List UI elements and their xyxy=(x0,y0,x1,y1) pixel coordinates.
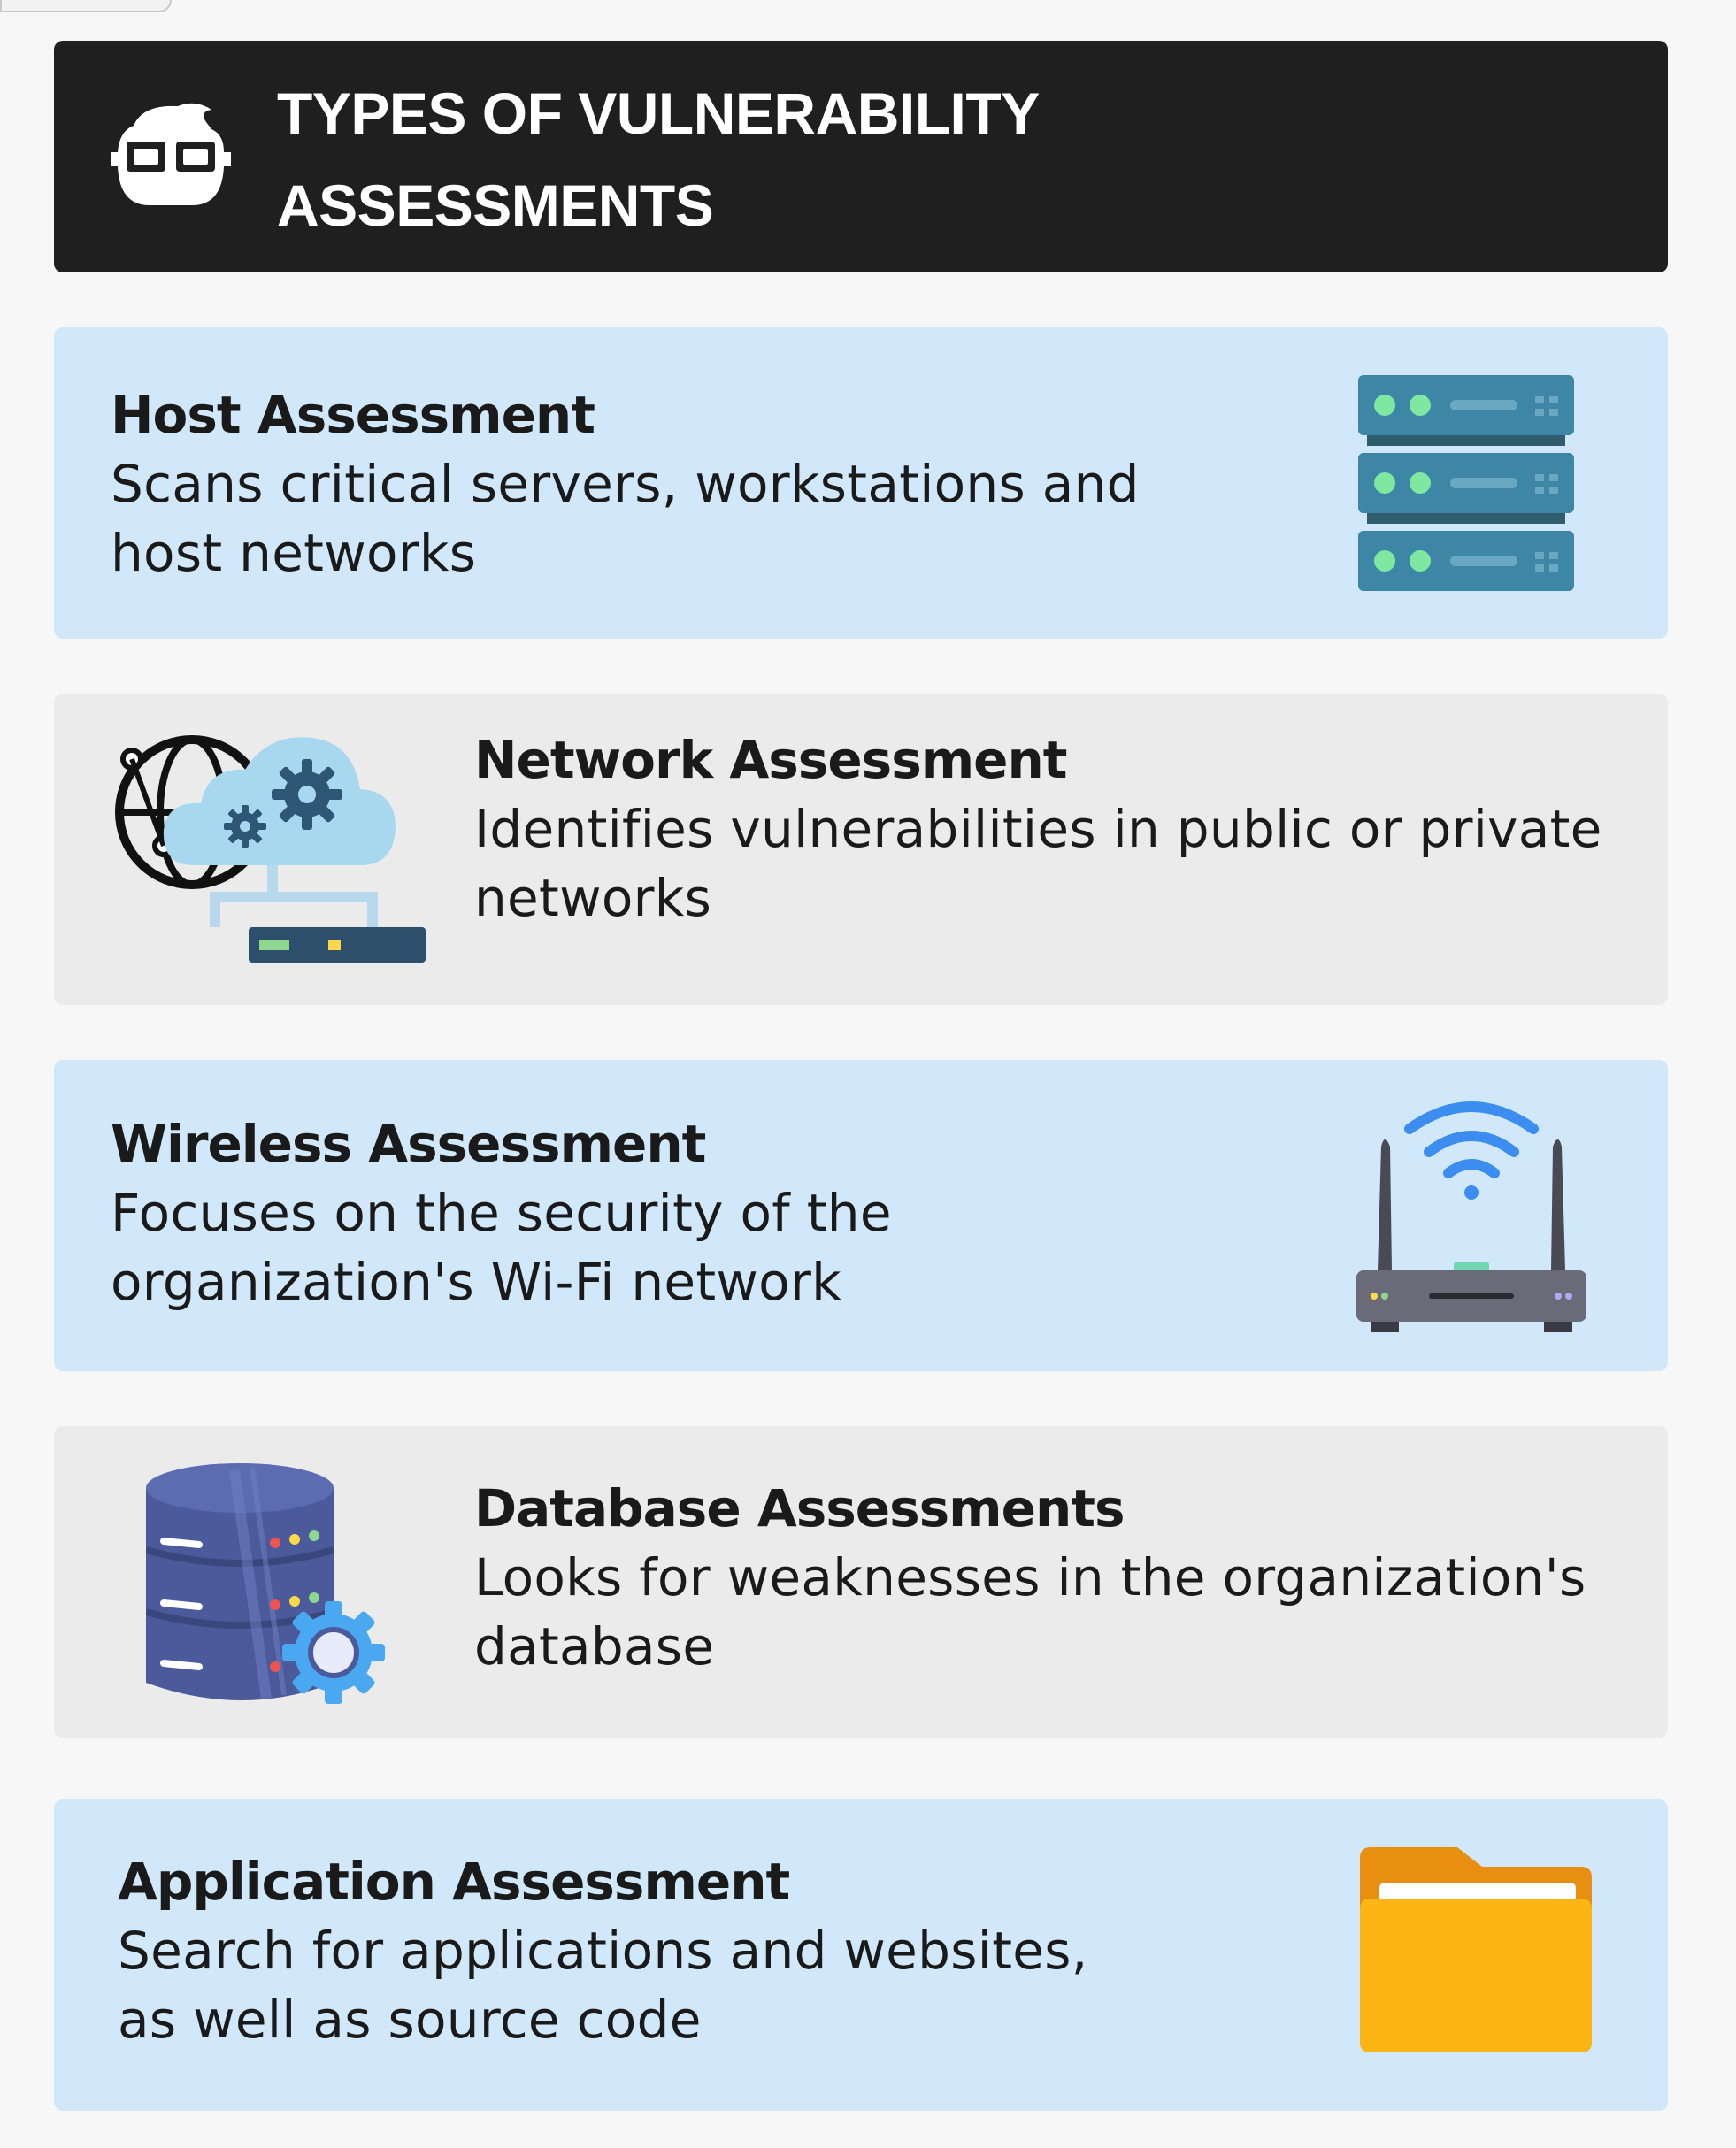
card-database-assessments: Database Assessments Looks for weaknesse… xyxy=(54,1426,1668,1738)
card-wireless-assessment: Wireless Assessment Focuses on the secur… xyxy=(54,1060,1668,1371)
card-description-line2: host networks xyxy=(111,523,477,583)
card-description-line2: networks xyxy=(474,868,712,928)
page-title: TYPES OF VULNERABILITY ASSESSMENTS xyxy=(277,67,1339,251)
page-header: TYPES OF VULNERABILITY ASSESSMENTS xyxy=(54,41,1668,272)
card-text: Application Assessment Search for applic… xyxy=(118,1847,1087,2054)
card-application-assessment: Application Assessment Search for applic… xyxy=(54,1799,1668,2111)
page-title-line1: TYPES OF VULNERABILITY xyxy=(277,81,1040,146)
server-rack-icon xyxy=(1358,375,1574,591)
database-gear-icon xyxy=(146,1463,385,1704)
card-network-assessment: Network Assessment Identifies vulnerabil… xyxy=(54,694,1668,1005)
card-description-line2: organization's Wi-Fi network xyxy=(111,1252,841,1312)
card-description-line1: Scans critical servers, workstations and xyxy=(111,454,1140,514)
card-description-line1: Search for applications and websites, xyxy=(118,1921,1088,1981)
browser-tab-edge xyxy=(0,0,172,12)
card-title: Wireless Assessment xyxy=(111,1114,706,1174)
card-text: Database Assessments Looks for weaknesse… xyxy=(474,1474,1586,1681)
folder-icon xyxy=(1360,1847,1592,2052)
card-host-assessment: Host Assessment Scans critical servers, … xyxy=(54,327,1668,639)
robot-face-icon xyxy=(111,103,231,205)
cloud-network-icon xyxy=(115,735,426,963)
card-text: Wireless Assessment Focuses on the secur… xyxy=(111,1109,892,1316)
card-description-line2: as well as source code xyxy=(118,1990,702,2050)
card-description-line2: database xyxy=(474,1616,715,1676)
page-title-line2: ASSESSMENTS xyxy=(277,173,714,238)
card-text: Host Assessment Scans critical servers, … xyxy=(111,380,1140,587)
card-description-line1: Focuses on the security of the xyxy=(111,1183,892,1243)
card-title: Application Assessment xyxy=(118,1852,790,1912)
card-description-line1: Looks for weaknesses in the organization… xyxy=(474,1547,1586,1607)
card-title: Network Assessment xyxy=(474,730,1068,790)
card-text: Network Assessment Identifies vulnerabil… xyxy=(474,725,1602,932)
card-title: Database Assessments xyxy=(474,1478,1125,1538)
card-description-line1: Identifies vulnerabilities in public or … xyxy=(474,799,1602,859)
card-title: Host Assessment xyxy=(111,385,595,445)
wifi-router-icon xyxy=(1356,1101,1586,1332)
